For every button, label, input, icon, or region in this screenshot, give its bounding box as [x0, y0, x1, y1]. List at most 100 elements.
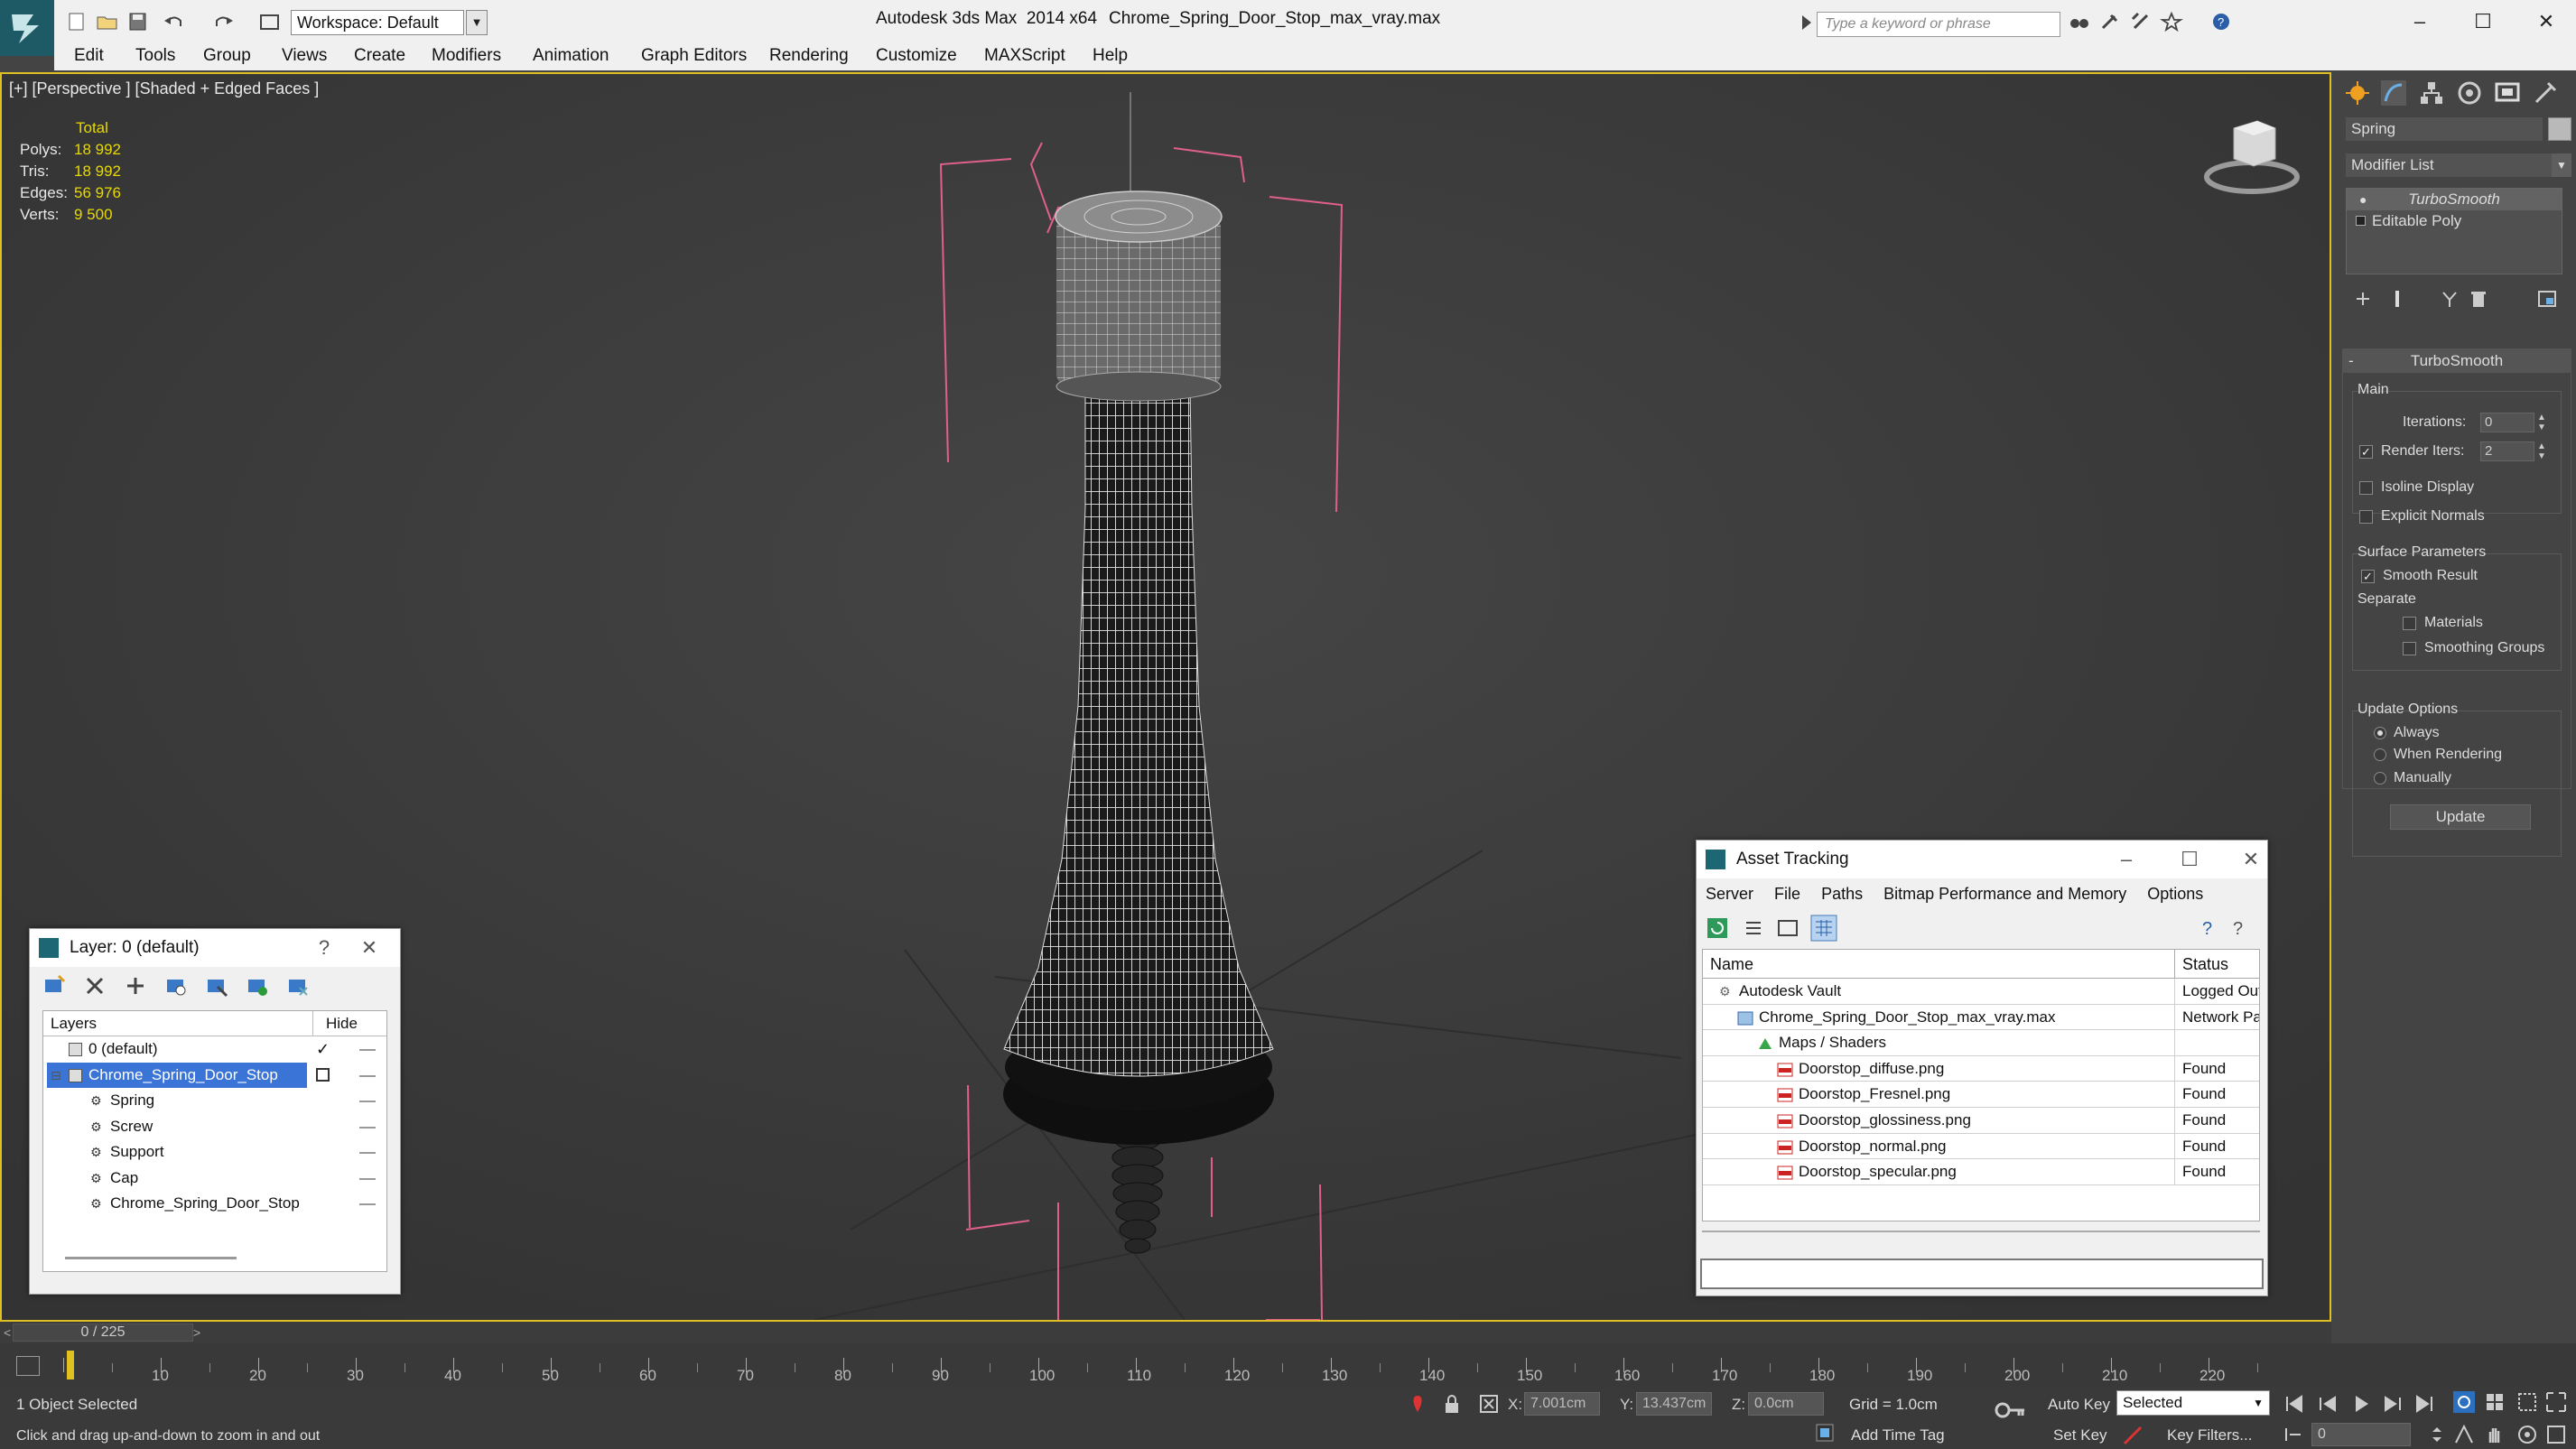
communication-center-icon[interactable]	[2129, 12, 2153, 32]
menu-rendering[interactable]: Rendering	[769, 46, 849, 66]
auto-key-button[interactable]: Auto Key	[2048, 1396, 2110, 1414]
hide-toggle[interactable]	[359, 1049, 376, 1051]
isoline-display-checkbox[interactable]	[2359, 481, 2373, 495]
chevron-down-icon[interactable]: ▼	[2253, 1391, 2264, 1415]
asset-row[interactable]: Maps / Shaders	[1703, 1030, 2259, 1056]
search-input[interactable]: Type a keyword or phrase	[1817, 12, 2060, 37]
field-of-view-icon[interactable]	[2452, 1423, 2476, 1446]
hide-all-layers-icon[interactable]	[246, 974, 269, 998]
thumbnail-view-icon[interactable]	[1776, 916, 1799, 940]
project-folder-icon[interactable]	[258, 12, 282, 32]
configure-modifier-sets-icon[interactable]	[2537, 289, 2557, 309]
asset-menu-paths[interactable]: Paths	[1821, 885, 1863, 903]
workspace-dropdown[interactable]: Workspace: Default	[291, 10, 464, 35]
key-filters-button[interactable]: Key Filters...	[2167, 1426, 2252, 1444]
layer-row[interactable]: ⚙ Chrome_Spring_Door_Stop	[43, 1191, 386, 1217]
menu-customize[interactable]: Customize	[876, 46, 957, 66]
add-time-tag[interactable]: Add Time Tag	[1851, 1426, 1945, 1444]
rollout-header[interactable]: - TurboSmooth	[2343, 349, 2571, 373]
hide-toggle[interactable]	[359, 1126, 376, 1129]
zoom-extents-icon[interactable]	[2452, 1390, 2476, 1414]
update-always-radio[interactable]	[2374, 727, 2386, 739]
refresh-icon[interactable]	[1706, 916, 1729, 940]
z-coord-field[interactable]: 0.0cm	[1748, 1392, 1824, 1416]
hide-column-header[interactable]: Hide	[312, 1011, 358, 1036]
render-iters-checkbox[interactable]: ✓	[2359, 445, 2373, 459]
maximize-button[interactable]: ☐	[2456, 4, 2510, 40]
menu-create[interactable]: Create	[354, 46, 405, 66]
menu-modifiers[interactable]: Modifiers	[432, 46, 501, 66]
asset-menu-bitmap-performance[interactable]: Bitmap Performance and Memory	[1883, 885, 2126, 903]
key-filter-dropdown[interactable]: Selected ▼	[2116, 1390, 2270, 1416]
close-button[interactable]: ✕	[2519, 4, 2573, 40]
previous-key-icon[interactable]	[2317, 1392, 2340, 1416]
current-frame-marker[interactable]	[67, 1351, 74, 1379]
asset-panel-titlebar[interactable]: Asset Tracking – ☐ ✕	[1697, 841, 2267, 878]
create-tab-icon[interactable]	[2344, 79, 2371, 107]
minimize-button[interactable]: –	[2393, 4, 2447, 40]
materials-checkbox[interactable]	[2403, 617, 2416, 630]
collapse-icon[interactable]: ⊟	[51, 1063, 61, 1088]
pin-stack-icon[interactable]	[2353, 289, 2373, 309]
asset-menu-server[interactable]: Server	[1706, 885, 1753, 903]
asset-path-input[interactable]	[1700, 1259, 2264, 1289]
add-to-layer-icon[interactable]	[124, 974, 147, 998]
asset-row[interactable]: Doorstop_Fresnel.png Found	[1703, 1082, 2259, 1108]
spinner-arrows-icon[interactable]: ▲ ▼	[2536, 413, 2547, 432]
hierarchy-tab-icon[interactable]	[2418, 79, 2445, 107]
modify-tab-icon[interactable]	[2380, 79, 2407, 107]
menu-animation[interactable]: Animation	[533, 46, 609, 66]
modifier-list-dropdown[interactable]: Modifier List ▼	[2346, 153, 2571, 177]
search-expand-icon[interactable]	[1802, 15, 1811, 30]
display-tab-icon[interactable]	[2494, 79, 2521, 107]
explicit-normals-checkbox[interactable]	[2359, 510, 2373, 524]
utilities-tab-icon[interactable]	[2532, 79, 2559, 107]
asset-row[interactable]: Doorstop_normal.png Found	[1703, 1133, 2259, 1160]
menu-maxscript[interactable]: MAXScript	[984, 46, 1065, 66]
layers-column-header[interactable]: Layers	[51, 1015, 97, 1032]
save-icon[interactable]	[126, 12, 150, 32]
table-view-icon[interactable]	[1810, 915, 1837, 942]
viewport-label[interactable]: [+] [Perspective ] [Shaded + Edged Faces…	[9, 79, 319, 98]
hide-toggle[interactable]	[359, 1177, 376, 1180]
next-key-icon[interactable]	[2380, 1392, 2404, 1416]
menu-edit[interactable]: Edit	[74, 46, 104, 66]
walk-through-icon[interactable]	[2544, 1423, 2568, 1446]
horizontal-scrollbar[interactable]	[1702, 1231, 2260, 1232]
close-button[interactable]: ✕	[351, 929, 387, 967]
stack-item-turbosmooth[interactable]: ● TurboSmooth	[2347, 189, 2562, 210]
isolate-selection-icon[interactable]	[1409, 1394, 1427, 1416]
show-end-result-icon[interactable]	[2387, 289, 2407, 309]
smooth-result-checkbox[interactable]: ✓	[2361, 570, 2375, 583]
stack-item-editable-poly[interactable]: Editable Poly	[2347, 210, 2562, 232]
layer-row[interactable]: ⚙ Spring	[43, 1088, 386, 1114]
orbit-icon[interactable]	[2516, 1423, 2539, 1446]
next-frame-icon[interactable]: >	[193, 1325, 200, 1340]
asset-menu-file[interactable]: File	[1774, 885, 1800, 903]
open-file-icon[interactable]	[96, 12, 119, 32]
freeze-all-layers-icon[interactable]	[286, 974, 310, 998]
menu-views[interactable]: Views	[282, 46, 327, 66]
layer-panel-titlebar[interactable]: Layer: 0 (default) ? ✕	[30, 929, 400, 967]
redo-icon[interactable]	[211, 12, 235, 32]
maximize-button[interactable]: ☐	[2171, 841, 2208, 878]
lightbulb-icon[interactable]: ●	[2359, 189, 2367, 210]
update-button[interactable]: Update	[2390, 804, 2531, 830]
menu-help[interactable]: Help	[1093, 46, 1128, 66]
help-button[interactable]: ?	[306, 929, 342, 967]
curve-editor-icon[interactable]	[16, 1356, 40, 1376]
asset-row[interactable]: Doorstop_glossiness.png Found	[1703, 1107, 2259, 1134]
highlight-layer-icon[interactable]	[205, 974, 228, 998]
asset-row[interactable]: Doorstop_specular.png Found	[1703, 1159, 2259, 1185]
help-icon[interactable]: ?	[2199, 916, 2222, 940]
motion-tab-icon[interactable]	[2456, 79, 2483, 107]
set-current-layer-box[interactable]	[316, 1067, 330, 1082]
play-icon[interactable]	[2349, 1392, 2373, 1416]
new-file-icon[interactable]	[65, 12, 88, 32]
select-in-layer-icon[interactable]	[164, 974, 188, 998]
close-button[interactable]: ✕	[2233, 841, 2269, 878]
hide-toggle[interactable]	[359, 1074, 376, 1077]
make-unique-icon[interactable]	[2440, 289, 2460, 309]
delete-layer-icon[interactable]	[83, 974, 107, 998]
layer-row[interactable]: ⚙ Cap	[43, 1166, 386, 1192]
